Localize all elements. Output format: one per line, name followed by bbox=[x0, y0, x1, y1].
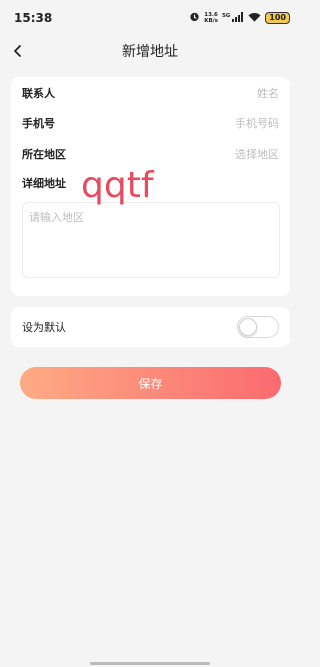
battery-icon: 100 bbox=[265, 12, 290, 24]
toggle-knob bbox=[239, 318, 257, 336]
phone-input[interactable] bbox=[139, 116, 279, 130]
region-row[interactable]: 所在地区 bbox=[11, 144, 290, 164]
home-indicator[interactable] bbox=[90, 662, 210, 665]
contact-row: 联系人 bbox=[11, 83, 290, 103]
back-arrow-icon[interactable] bbox=[10, 43, 26, 59]
status-bar: 15:38 13.6 KB/s 5G 100 bbox=[0, 0, 300, 36]
detail-address-input[interactable] bbox=[22, 202, 280, 278]
nav-bar: 新增地址 bbox=[0, 36, 300, 66]
save-button[interactable]: 保存 bbox=[20, 367, 281, 399]
set-default-toggle[interactable] bbox=[237, 316, 279, 338]
phone-row: 手机号 bbox=[11, 113, 290, 133]
region-label: 所在地区 bbox=[22, 148, 66, 161]
status-time: 15:38 bbox=[14, 11, 53, 25]
contact-label: 联系人 bbox=[22, 87, 55, 100]
contact-name-input[interactable] bbox=[139, 86, 279, 100]
set-default-label: 设为默认 bbox=[22, 321, 66, 334]
network-speed: 13.6 KB/s bbox=[204, 12, 218, 24]
wifi-icon bbox=[248, 11, 261, 25]
detail-address-label: 详细地址 bbox=[22, 177, 66, 190]
status-icons: 13.6 KB/s 5G 100 bbox=[189, 11, 290, 25]
network-type: 5G bbox=[221, 13, 231, 19]
handwritten-annotation: qqtf bbox=[81, 165, 154, 206]
region-select[interactable] bbox=[139, 147, 279, 161]
default-address-card: 设为默认 bbox=[11, 307, 290, 347]
phone-label: 手机号 bbox=[22, 117, 55, 130]
signal-icon bbox=[232, 11, 244, 25]
alarm-icon bbox=[189, 11, 200, 25]
page-title: 新增地址 bbox=[122, 44, 178, 60]
